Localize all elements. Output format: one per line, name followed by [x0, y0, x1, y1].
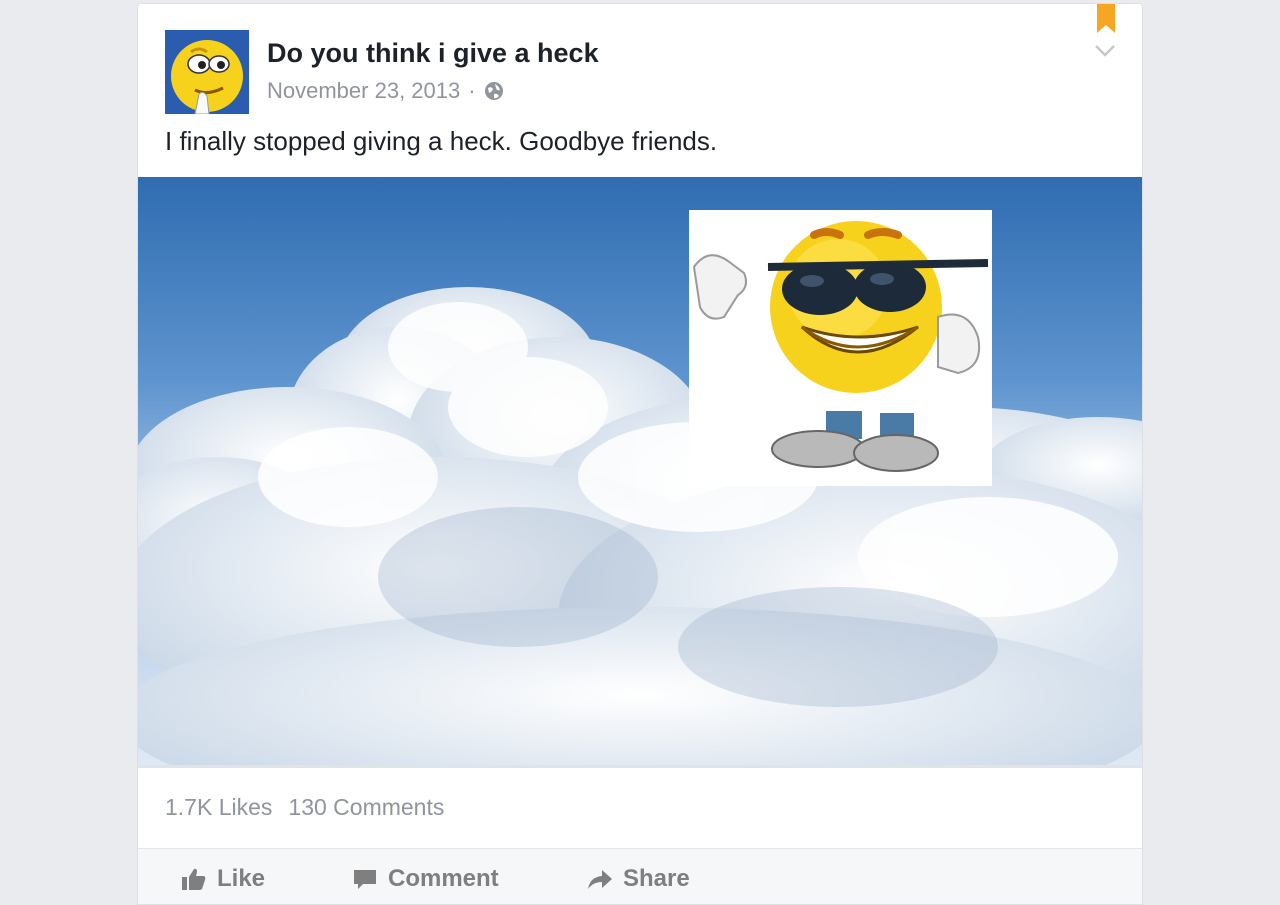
photo-divider — [138, 765, 1142, 768]
likes-count[interactable]: 1.7K Likes — [165, 794, 272, 821]
globe-icon — [484, 82, 503, 100]
action-bar: Like Comment Share — [138, 848, 1142, 904]
speech-bubble-icon — [354, 870, 376, 889]
post-text: I finally stopped giving a heck. Goodbye… — [165, 126, 718, 156]
post-photo[interactable] — [138, 177, 1142, 765]
like-button[interactable]: Like — [181, 865, 265, 893]
post-meta: November 23, 2013 · — [267, 78, 504, 104]
comments-count[interactable]: 130 Comments — [288, 794, 444, 821]
post-date[interactable]: November 23, 2013 — [267, 78, 460, 104]
thumbs-up-icon — [182, 868, 206, 890]
share-button[interactable]: Share — [587, 865, 690, 893]
share-label: Share — [623, 865, 690, 892]
chevron-down-icon[interactable] — [1094, 44, 1116, 58]
comment-label: Comment — [388, 865, 499, 892]
like-label: Like — [217, 865, 266, 892]
bookmark-icon[interactable] — [1095, 3, 1117, 35]
comment-button[interactable]: Comment — [352, 865, 499, 893]
post-stats: 1.7K Likes 130 Comments — [165, 794, 444, 821]
page-name[interactable]: Do you think i give a heck — [267, 38, 599, 69]
share-arrow-icon — [588, 870, 612, 889]
meta-separator: · — [468, 78, 476, 103]
post-card: Do you think i give a heck November 23, … — [137, 3, 1143, 905]
avatar[interactable] — [165, 30, 249, 114]
